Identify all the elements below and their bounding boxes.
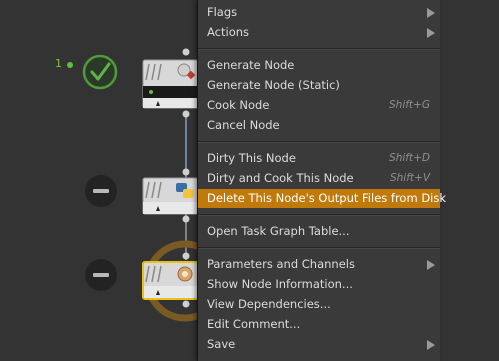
- node-1-input-port[interactable]: [182, 48, 190, 56]
- node-1-status-indicator[interactable]: [82, 54, 118, 90]
- menu-item-dirty-node[interactable]: Dirty This Node Shift+D: [198, 149, 440, 168]
- menu-item-generate-node[interactable]: Generate Node: [198, 56, 440, 75]
- submenu-arrow-icon: [427, 340, 435, 350]
- menu-item-edit-comment[interactable]: Edit Comment...: [198, 315, 440, 334]
- menu-item-parameters-and-channels[interactable]: Parameters and Channels: [198, 255, 440, 274]
- minus-icon: [93, 189, 109, 193]
- menu-item-actions[interactable]: Actions: [198, 23, 440, 42]
- menu-item-cook-node[interactable]: Cook Node Shift+G: [198, 96, 440, 115]
- menu-item-label: Generate Node: [207, 58, 295, 72]
- submenu-arrow-icon: [427, 260, 435, 270]
- menu-item-label: Cancel Node: [207, 118, 280, 132]
- menu-item-flags[interactable]: Flags: [198, 3, 440, 22]
- menu-item-label: View Dependencies...: [207, 297, 331, 311]
- menu-item-label: Delete This Node's Output Files from Dis…: [207, 191, 447, 205]
- menu-item-label: Actions: [207, 25, 250, 39]
- context-menu: Flags Actions Generate Node Generate Nod…: [197, 0, 446, 361]
- menu-item-open-task-graph-table[interactable]: Open Task Graph Table...: [198, 222, 440, 241]
- menu-separator: [198, 214, 440, 216]
- output-node-icon: [177, 266, 193, 282]
- minus-icon: [93, 273, 109, 277]
- menu-item-label: Parameters and Channels: [207, 257, 355, 271]
- node-1-index-label: 1: [55, 57, 62, 70]
- node-3-input-port[interactable]: [182, 252, 190, 260]
- node-3-output-port[interactable]: [182, 300, 190, 308]
- menu-item-label: Dirty This Node: [207, 151, 296, 165]
- menu-separator: [198, 141, 440, 143]
- menu-item-save[interactable]: Save: [198, 335, 440, 354]
- menu-separator: [198, 48, 440, 50]
- node-2-input-port[interactable]: [182, 168, 190, 176]
- menu-item-dirty-and-cook[interactable]: Dirty and Cook This Node Shift+V: [198, 169, 440, 188]
- menu-item-label: Show Node Information...: [207, 277, 353, 291]
- node-1-index-dot: [67, 62, 73, 68]
- menu-item-label: Dirty and Cook This Node: [207, 171, 354, 185]
- menu-item-label: Save: [207, 337, 236, 351]
- menu-item-shortcut: Shift+D: [389, 152, 430, 164]
- node-1-output-port[interactable]: [182, 110, 190, 118]
- menu-item-view-dependencies[interactable]: View Dependencies...: [198, 295, 440, 314]
- submenu-arrow-icon: [427, 28, 435, 38]
- menu-item-shortcut: Shift+V: [389, 172, 430, 184]
- menu-item-show-node-information[interactable]: Show Node Information...: [198, 275, 440, 294]
- menu-item-generate-node-static[interactable]: Generate Node (Static): [198, 76, 440, 95]
- node-2[interactable]: [142, 168, 204, 223]
- node-1[interactable]: [142, 48, 204, 118]
- menu-item-label: Flags: [207, 5, 238, 19]
- menu-item-label: Open Task Graph Table...: [207, 224, 350, 238]
- menu-item-delete-output-files[interactable]: Delete This Node's Output Files from Dis…: [198, 189, 446, 208]
- menu-item-cancel-node[interactable]: Cancel Node: [198, 116, 440, 135]
- menu-item-label: Edit Comment...: [207, 317, 301, 331]
- node-2-output-port[interactable]: [182, 215, 190, 223]
- menu-separator: [198, 247, 440, 249]
- menu-item-label: Cook Node: [207, 98, 270, 112]
- menu-item-label: Generate Node (Static): [207, 78, 340, 92]
- submenu-arrow-icon: [427, 8, 435, 18]
- menu-item-shortcut: Shift+G: [389, 99, 430, 111]
